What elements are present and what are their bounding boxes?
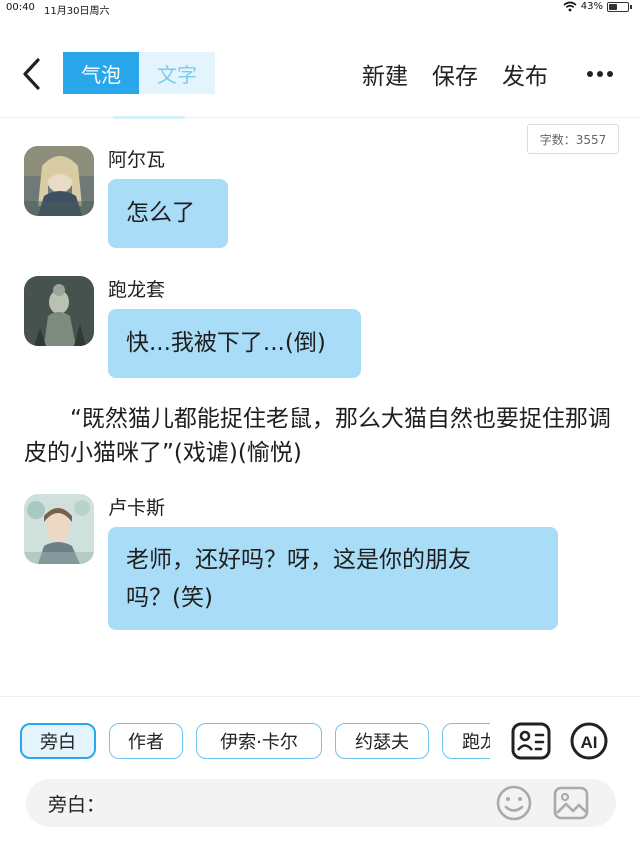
battery-percent: 43% <box>580 1 603 12</box>
avatar-image <box>24 146 94 216</box>
image-button[interactable] <box>551 783 591 823</box>
avatar[interactable] <box>24 276 94 346</box>
publish-button[interactable]: 发布 <box>502 57 548 91</box>
header-divider <box>0 117 640 118</box>
character-card-icon <box>511 722 551 760</box>
avatar[interactable] <box>24 494 94 564</box>
avatar[interactable] <box>24 146 94 216</box>
new-button[interactable]: 新建 <box>362 57 408 91</box>
ai-button[interactable]: AI <box>568 721 610 761</box>
character-card-button[interactable] <box>510 721 552 761</box>
chip-character[interactable]: 跑龙套 <box>442 723 490 759</box>
image-icon <box>553 786 589 820</box>
status-time: 00:40 <box>6 2 35 13</box>
battery-fill <box>609 3 617 10</box>
chip-character[interactable]: 伊索·卡尔 <box>196 723 322 759</box>
avatar-image <box>24 494 94 564</box>
emoji-button[interactable] <box>494 783 534 823</box>
chip-author[interactable]: 作者 <box>109 723 183 759</box>
top-actions: 新建 保存 发布 <box>362 57 548 91</box>
input-bar: 旁白： <box>26 779 616 827</box>
role-chips: 旁白 作者 伊索·卡尔 约瑟夫 跑龙套 <box>20 723 490 763</box>
more-button[interactable] <box>585 62 615 86</box>
input-role-label: 旁白： <box>48 794 106 816</box>
svg-text:AI: AI <box>581 733 598 752</box>
battery-icon <box>607 1 629 12</box>
speaker-name: 跑龙套 <box>108 279 166 301</box>
message-line: 吗？(笑) <box>126 585 213 611</box>
chevron-left-icon <box>23 58 40 90</box>
mode-switch: 气泡 文字 <box>63 52 215 94</box>
message-input[interactable] <box>108 787 488 819</box>
speaker-name: 阿尔瓦 <box>108 149 166 171</box>
message-bubble[interactable]: 怎么了 <box>108 179 228 248</box>
wifi-icon <box>563 1 577 12</box>
scroll-hint <box>113 116 185 119</box>
status-bar: 00:40 11月30日周六 43% <box>0 0 640 18</box>
tab-bubble[interactable]: 气泡 <box>63 52 139 94</box>
status-date: 11月30日周六 <box>44 6 110 17</box>
chip-narration[interactable]: 旁白 <box>20 723 96 759</box>
status-right: 43% <box>563 1 632 12</box>
more-dots-icon <box>587 71 613 77</box>
word-count: 字数：3557 <box>527 124 619 154</box>
back-button[interactable] <box>18 56 48 92</box>
chip-character[interactable]: 约瑟夫 <box>335 723 429 759</box>
avatar-image <box>24 276 94 346</box>
emoji-icon <box>496 785 532 821</box>
tab-text[interactable]: 文字 <box>139 52 215 94</box>
message-bubble[interactable]: 快...我被下了...(倒) <box>108 309 361 378</box>
battery-tip <box>630 4 632 9</box>
message-line: 老师，还好吗？呀，这是你的朋友 <box>126 547 471 573</box>
narration-text[interactable]: “既然猫儿都能捉住老鼠，那么大猫自然也要捉住那调皮的小猫咪了”(戏谑)(愉悦) <box>24 402 616 470</box>
save-button[interactable]: 保存 <box>432 57 478 91</box>
speaker-name: 卢卡斯 <box>108 497 166 519</box>
message-bubble[interactable]: 老师，还好吗？呀，这是你的朋友 吗？(笑) <box>108 527 558 630</box>
top-bar: 气泡 文字 新建 保存 发布 <box>0 50 640 98</box>
bottom-panel: 旁白 作者 伊索·卡尔 约瑟夫 跑龙套 AI 旁白： <box>0 696 640 853</box>
ai-icon: AI <box>570 722 608 760</box>
